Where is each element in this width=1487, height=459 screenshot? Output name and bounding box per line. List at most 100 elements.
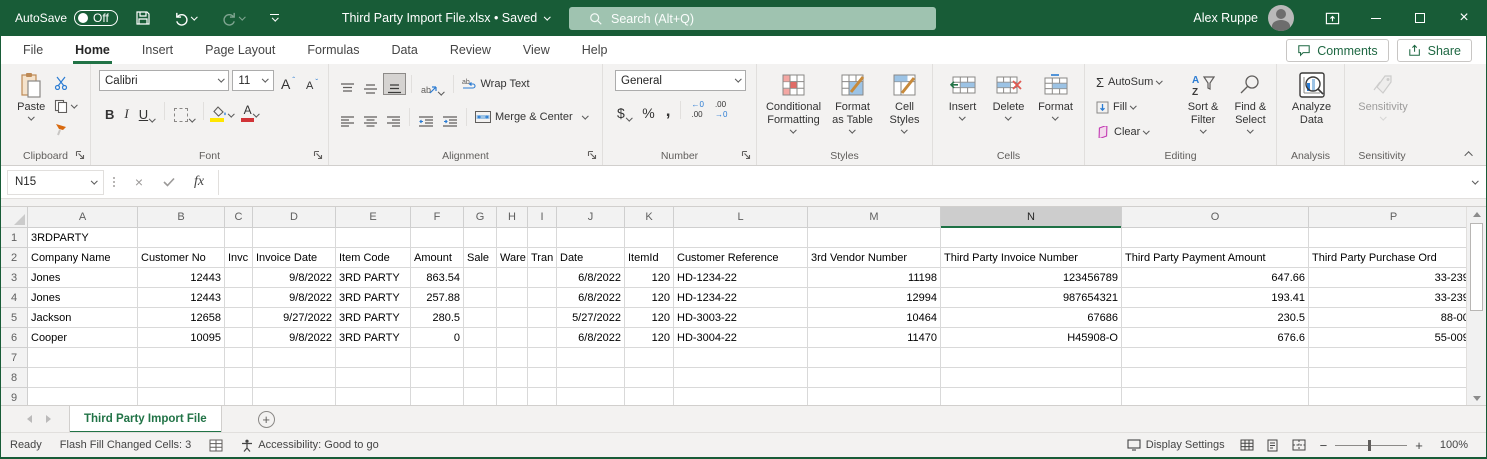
cell-H4[interactable]	[497, 288, 528, 308]
insert-function-button[interactable]: fx	[184, 170, 214, 195]
cell-F8[interactable]	[411, 368, 464, 388]
format-painter-button[interactable]	[51, 118, 80, 140]
cell-B7[interactable]	[138, 348, 225, 368]
sort-filter-button[interactable]: AZ Sort & Filter	[1179, 68, 1226, 147]
column-header-G[interactable]: G	[464, 207, 497, 228]
cell-I3[interactable]	[528, 268, 557, 288]
cell-O8[interactable]	[1122, 368, 1309, 388]
italic-button[interactable]: I	[120, 100, 132, 122]
cell-A6[interactable]: Cooper	[28, 328, 138, 348]
avatar[interactable]	[1268, 5, 1294, 31]
cell-H8[interactable]	[497, 368, 528, 388]
cell-I4[interactable]	[528, 288, 557, 308]
status-mode[interactable]: Ready	[1, 433, 51, 457]
minimize-button[interactable]	[1354, 0, 1398, 36]
next-sheet-button[interactable]	[46, 415, 51, 423]
cell-H5[interactable]	[497, 308, 528, 328]
conditional-formatting-button[interactable]: Conditional Formatting	[763, 68, 825, 147]
cell-B5[interactable]: 12658	[138, 308, 225, 328]
zoom-slider-thumb[interactable]	[1368, 439, 1372, 451]
cell-N8[interactable]	[941, 368, 1122, 388]
format-cells-button[interactable]: Format	[1032, 68, 1080, 147]
cell-L4[interactable]: HD-1234-22	[674, 288, 808, 308]
cell-H9[interactable]	[497, 388, 528, 405]
page-layout-view-button[interactable]	[1260, 433, 1286, 457]
align-right-button[interactable]	[383, 106, 404, 128]
autosum-button[interactable]: Σ AutoSum	[1093, 71, 1177, 93]
cell-H2[interactable]: Ware	[497, 248, 528, 268]
cell-G2[interactable]: Sale	[464, 248, 497, 268]
row-header-9[interactable]: 9	[1, 388, 28, 405]
cell-L7[interactable]	[674, 348, 808, 368]
cell-I8[interactable]	[528, 368, 557, 388]
cell-G1[interactable]	[464, 228, 497, 248]
cell-P4[interactable]: 33-2392	[1309, 288, 1479, 308]
cell-B8[interactable]	[138, 368, 225, 388]
row-header-8[interactable]: 8	[1, 368, 28, 388]
zoom-out-button[interactable]: −	[1320, 438, 1328, 453]
cell-I7[interactable]	[528, 348, 557, 368]
cell-B1[interactable]	[138, 228, 225, 248]
column-header-C[interactable]: C	[225, 207, 253, 228]
page-break-preview-button[interactable]	[1286, 433, 1312, 457]
cell-C2[interactable]: Invc	[225, 248, 253, 268]
formula-bar-expand-button[interactable]	[1464, 177, 1486, 185]
cell-O2[interactable]: Third Party Payment Amount	[1122, 248, 1309, 268]
fill-button[interactable]: Fill	[1093, 96, 1177, 118]
top-align-button[interactable]	[337, 73, 358, 95]
cell-N5[interactable]: 67686	[941, 308, 1122, 328]
customize-quick-access-toolbar-button[interactable]	[264, 7, 286, 29]
cut-button[interactable]	[51, 72, 80, 94]
cell-O3[interactable]: 647.66	[1122, 268, 1309, 288]
cell-B2[interactable]: Customer No	[138, 248, 225, 268]
cell-J7[interactable]	[557, 348, 625, 368]
fill-color-button[interactable]	[209, 100, 238, 122]
cell-N3[interactable]: 123456789	[941, 268, 1122, 288]
column-header-B[interactable]: B	[138, 207, 225, 228]
cell-K6[interactable]: 120	[625, 328, 674, 348]
tab-formulas[interactable]: Formulas	[291, 36, 375, 64]
wrap-text-button[interactable]: ab Wrap Text	[459, 73, 533, 95]
row-header-7[interactable]: 7	[1, 348, 28, 368]
tab-file[interactable]: File	[7, 36, 59, 64]
cell-D6[interactable]: 9/8/2022	[253, 328, 336, 348]
cell-N6[interactable]: H45908-O	[941, 328, 1122, 348]
cell-O6[interactable]: 676.6	[1122, 328, 1309, 348]
comments-button[interactable]: Comments	[1286, 39, 1389, 62]
cell-A8[interactable]	[28, 368, 138, 388]
orientation-button[interactable]: ab	[417, 73, 448, 95]
cell-N2[interactable]: Third Party Invoice Number	[941, 248, 1122, 268]
cell-C1[interactable]	[225, 228, 253, 248]
cell-K3[interactable]: 120	[625, 268, 674, 288]
cell-E1[interactable]	[336, 228, 411, 248]
percent-style-button[interactable]: %	[638, 99, 658, 121]
cell-B6[interactable]: 10095	[138, 328, 225, 348]
find-select-button[interactable]: Find & Select	[1227, 68, 1274, 147]
cell-A2[interactable]: Company Name	[28, 248, 138, 268]
column-header-N[interactable]: N	[941, 207, 1122, 228]
cell-O5[interactable]: 230.5	[1122, 308, 1309, 328]
cell-P1[interactable]	[1309, 228, 1479, 248]
cell-H6[interactable]	[497, 328, 528, 348]
cell-D2[interactable]: Invoice Date	[253, 248, 336, 268]
cell-K9[interactable]	[625, 388, 674, 405]
cell-J1[interactable]	[557, 228, 625, 248]
accessibility-status[interactable]: Accessibility: Good to go	[232, 433, 387, 457]
cell-M9[interactable]	[808, 388, 941, 405]
cell-A3[interactable]: Jones	[28, 268, 138, 288]
cell-P6[interactable]: 55-0092	[1309, 328, 1479, 348]
cell-A5[interactable]: Jackson	[28, 308, 138, 328]
tab-home[interactable]: Home	[59, 36, 126, 64]
name-box-resizer[interactable]	[104, 177, 124, 187]
increase-indent-button[interactable]	[439, 106, 461, 128]
tab-view[interactable]: View	[507, 36, 566, 64]
cell-I1[interactable]	[528, 228, 557, 248]
increase-font-size-button[interactable]: Aˆ	[277, 70, 299, 92]
cell-D1[interactable]	[253, 228, 336, 248]
cell-L8[interactable]	[674, 368, 808, 388]
column-header-I[interactable]: I	[528, 207, 557, 228]
cell-C6[interactable]	[225, 328, 253, 348]
cell-G7[interactable]	[464, 348, 497, 368]
align-center-button[interactable]	[360, 106, 381, 128]
cell-L5[interactable]: HD-3003-22	[674, 308, 808, 328]
